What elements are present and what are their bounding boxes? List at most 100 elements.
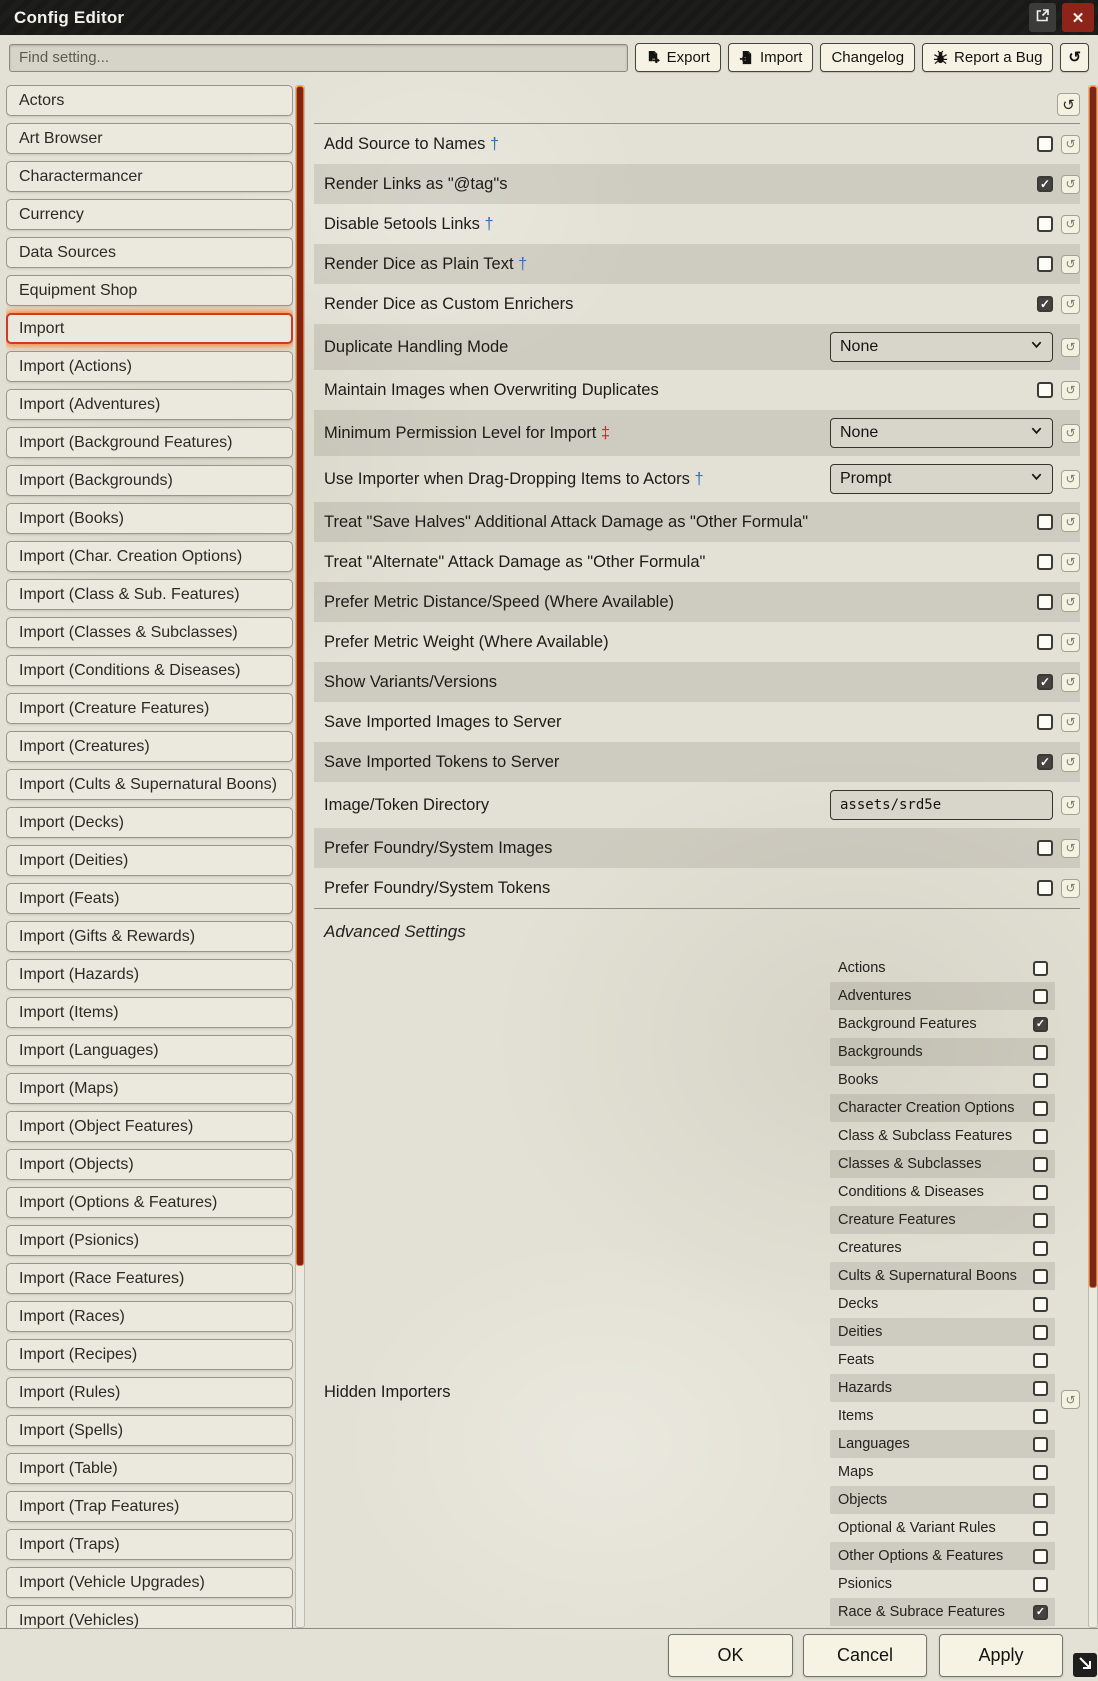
sidebar-item-import[interactable]: Import (6, 313, 293, 344)
setting-checkbox[interactable] (1037, 674, 1053, 690)
setting-checkbox[interactable] (1037, 634, 1053, 650)
import-button[interactable]: Import (728, 43, 814, 72)
sidebar-item-import-items[interactable]: Import (Items) (6, 997, 293, 1028)
sidebar-item-import-rules[interactable]: Import (Rules) (6, 1377, 293, 1408)
close-button[interactable]: ✕ (1062, 3, 1094, 32)
reset-search-button[interactable]: ↺ (1060, 43, 1089, 72)
setting-reset-button[interactable]: ↺ (1061, 215, 1080, 234)
hidden-importer-checkbox[interactable] (1033, 1017, 1048, 1032)
hidden-importer-checkbox[interactable] (1033, 1605, 1048, 1620)
setting-reset-button[interactable]: ↺ (1061, 470, 1080, 489)
setting-reset-button[interactable]: ↺ (1061, 713, 1080, 732)
hidden-importer-checkbox[interactable] (1033, 1269, 1048, 1284)
setting-checkbox[interactable] (1037, 554, 1053, 570)
sidebar-item-import-races[interactable]: Import (Races) (6, 1301, 293, 1332)
sidebar-item-data-sources[interactable]: Data Sources (6, 237, 293, 268)
setting-checkbox[interactable] (1037, 754, 1053, 770)
setting-reset-button[interactable]: ↺ (1061, 839, 1080, 858)
sidebar-item-art-browser[interactable]: Art Browser (6, 123, 293, 154)
setting-checkbox[interactable] (1037, 176, 1053, 192)
hidden-importer-checkbox[interactable] (1033, 1437, 1048, 1452)
settings-scrollbar[interactable] (1088, 85, 1098, 1628)
hidden-importer-checkbox[interactable] (1033, 1213, 1048, 1228)
hidden-importer-checkbox[interactable] (1033, 1409, 1048, 1424)
sidebar-item-currency[interactable]: Currency (6, 199, 293, 230)
setting-reset-button[interactable]: ↺ (1061, 424, 1080, 443)
sidebar-item-import-creature-features[interactable]: Import (Creature Features) (6, 693, 293, 724)
sidebar-item-import-classes-subclasses[interactable]: Import (Classes & Subclasses) (6, 617, 293, 648)
setting-reset-button[interactable]: ↺ (1061, 135, 1080, 154)
search-input[interactable] (9, 44, 628, 72)
sidebar-item-import-race-features[interactable]: Import (Race Features) (6, 1263, 293, 1294)
sidebar-item-import-maps[interactable]: Import (Maps) (6, 1073, 293, 1104)
setting-reset-button[interactable]: ↺ (1061, 338, 1080, 357)
sidebar-item-import-traps[interactable]: Import (Traps) (6, 1529, 293, 1560)
settings-scrollbar-thumb[interactable] (1089, 86, 1097, 1288)
setting-reset-button[interactable]: ↺ (1061, 295, 1080, 314)
sidebar-item-import-vehicles[interactable]: Import (Vehicles) (6, 1605, 293, 1628)
sidebar-item-import-background-features[interactable]: Import (Background Features) (6, 427, 293, 458)
changelog-button[interactable]: Changelog (820, 43, 915, 72)
sidebar-item-import-spells[interactable]: Import (Spells) (6, 1415, 293, 1446)
sidebar-item-import-creatures[interactable]: Import (Creatures) (6, 731, 293, 762)
hidden-importer-checkbox[interactable] (1033, 1493, 1048, 1508)
setting-checkbox[interactable] (1037, 216, 1053, 232)
hidden-importers-reset-button[interactable]: ↺ (1061, 1390, 1080, 1409)
sidebar-item-import-hazards[interactable]: Import (Hazards) (6, 959, 293, 990)
setting-reset-button[interactable]: ↺ (1061, 553, 1080, 572)
setting-reset-button[interactable]: ↺ (1061, 381, 1080, 400)
setting-checkbox[interactable] (1037, 382, 1053, 398)
sidebar-item-import-vehicle-upgrades[interactable]: Import (Vehicle Upgrades) (6, 1567, 293, 1598)
setting-reset-button[interactable]: ↺ (1061, 633, 1080, 652)
sidebar-item-import-languages[interactable]: Import (Languages) (6, 1035, 293, 1066)
setting-checkbox[interactable] (1037, 840, 1053, 856)
hidden-importer-checkbox[interactable] (1033, 961, 1048, 976)
sidebar-item-import-psionics[interactable]: Import (Psionics) (6, 1225, 293, 1256)
ok-button[interactable]: OK (668, 1634, 793, 1677)
sidebar-item-import-char-creation-options[interactable]: Import (Char. Creation Options) (6, 541, 293, 572)
sidebar-item-import-feats[interactable]: Import (Feats) (6, 883, 293, 914)
hidden-importer-checkbox[interactable] (1033, 1157, 1048, 1172)
setting-checkbox[interactable] (1037, 296, 1053, 312)
hidden-importer-checkbox[interactable] (1033, 1549, 1048, 1564)
hidden-importer-checkbox[interactable] (1033, 1381, 1048, 1396)
sidebar-item-actors[interactable]: Actors (6, 85, 293, 116)
setting-select[interactable]: None (830, 418, 1053, 448)
setting-select[interactable]: Prompt (830, 464, 1053, 494)
sidebar-item-import-adventures[interactable]: Import (Adventures) (6, 389, 293, 420)
setting-reset-button[interactable]: ↺ (1061, 593, 1080, 612)
setting-checkbox[interactable] (1037, 514, 1053, 530)
sidebar-item-import-books[interactable]: Import (Books) (6, 503, 293, 534)
hidden-importer-checkbox[interactable] (1033, 1073, 1048, 1088)
sidebar-scrollbar-thumb[interactable] (296, 86, 304, 1266)
sidebar-item-import-trap-features[interactable]: Import (Trap Features) (6, 1491, 293, 1522)
setting-reset-button[interactable]: ↺ (1061, 753, 1080, 772)
sidebar-item-equipment-shop[interactable]: Equipment Shop (6, 275, 293, 306)
setting-checkbox[interactable] (1037, 136, 1053, 152)
sidebar-item-import-table[interactable]: Import (Table) (6, 1453, 293, 1484)
setting-text-input[interactable] (830, 790, 1053, 820)
report-bug-button[interactable]: Report a Bug (922, 43, 1053, 72)
sidebar-item-import-backgrounds[interactable]: Import (Backgrounds) (6, 465, 293, 496)
resize-handle[interactable] (1073, 1653, 1097, 1677)
apply-button[interactable]: Apply (939, 1634, 1063, 1677)
sidebar-item-import-actions[interactable]: Import (Actions) (6, 351, 293, 382)
setting-reset-button[interactable]: ↺ (1061, 796, 1080, 815)
hidden-importer-checkbox[interactable] (1033, 989, 1048, 1004)
hidden-importer-checkbox[interactable] (1033, 1241, 1048, 1256)
sidebar-item-import-object-features[interactable]: Import (Object Features) (6, 1111, 293, 1142)
export-button[interactable]: Export (635, 43, 721, 72)
setting-reset-button[interactable]: ↺ (1061, 175, 1080, 194)
hidden-importer-checkbox[interactable] (1033, 1297, 1048, 1312)
sidebar-item-charactermancer[interactable]: Charactermancer (6, 161, 293, 192)
hidden-importer-checkbox[interactable] (1033, 1577, 1048, 1592)
popout-button[interactable] (1029, 3, 1056, 32)
hidden-importer-checkbox[interactable] (1033, 1185, 1048, 1200)
setting-select[interactable]: None (830, 332, 1053, 362)
hidden-importer-checkbox[interactable] (1033, 1465, 1048, 1480)
reset-all-button[interactable]: ↺ (1057, 93, 1080, 116)
setting-checkbox[interactable] (1037, 880, 1053, 896)
setting-reset-button[interactable]: ↺ (1061, 879, 1080, 898)
sidebar-item-import-conditions-diseases[interactable]: Import (Conditions & Diseases) (6, 655, 293, 686)
hidden-importer-checkbox[interactable] (1033, 1045, 1048, 1060)
